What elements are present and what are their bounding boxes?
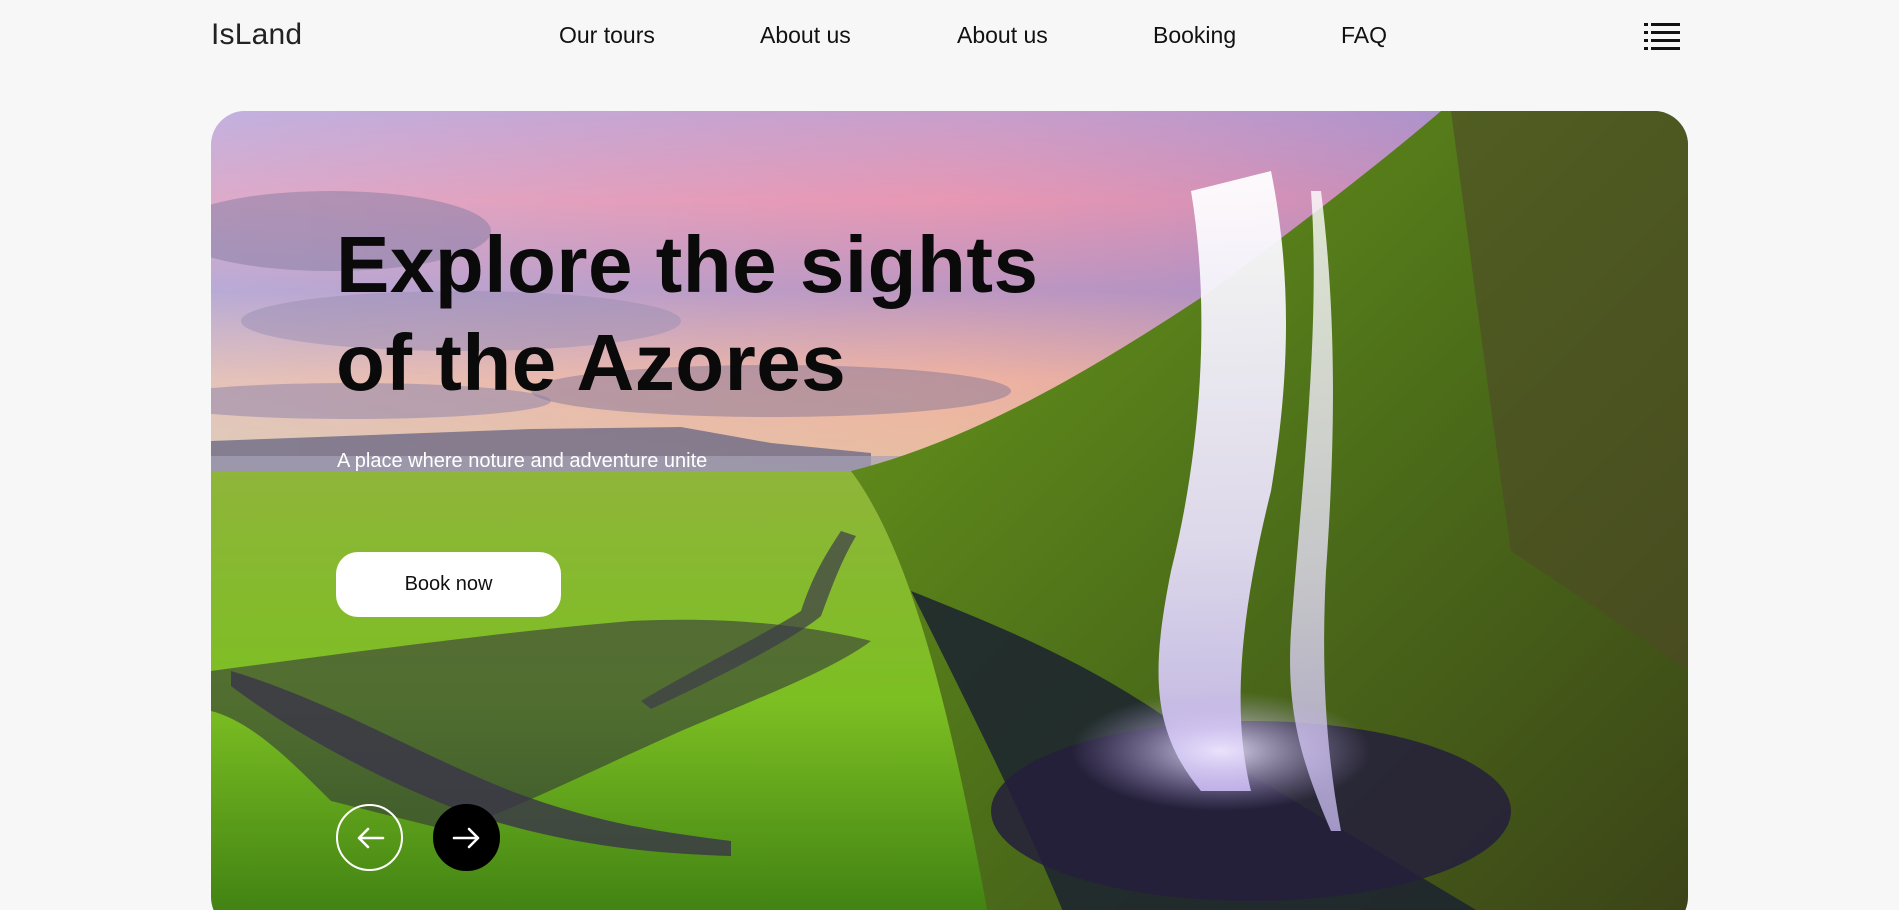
arrow-left-icon (357, 827, 384, 848)
hero-subtitle: A place where noture and adventure unite (337, 450, 708, 472)
site-header: IsLand Our tours About us About us Booki… (0, 0, 1899, 72)
nav-faq[interactable]: FAQ (1341, 22, 1387, 49)
hero-title-line-1: Explore the sights (336, 220, 1039, 309)
hamburger-icon[interactable] (1644, 22, 1680, 50)
previous-slide-button[interactable] (336, 804, 403, 871)
book-now-button[interactable]: Book now (336, 552, 561, 617)
arrow-right-icon (452, 827, 479, 848)
next-slide-button[interactable] (433, 804, 500, 871)
main-nav: Our tours About us About us Booking FAQ (0, 22, 1899, 52)
nav-booking[interactable]: Booking (1153, 22, 1236, 49)
nav-about-us[interactable]: About us (760, 22, 851, 49)
nav-about-us-2[interactable]: About us (957, 22, 1048, 49)
hero-title: Explore the sights of the Azores (336, 216, 1038, 412)
nav-our-tours[interactable]: Our tours (559, 22, 655, 49)
hero-banner: Explore the sights of the Azores A place… (211, 111, 1688, 910)
hero-title-line-2: of the Azores (336, 318, 847, 407)
